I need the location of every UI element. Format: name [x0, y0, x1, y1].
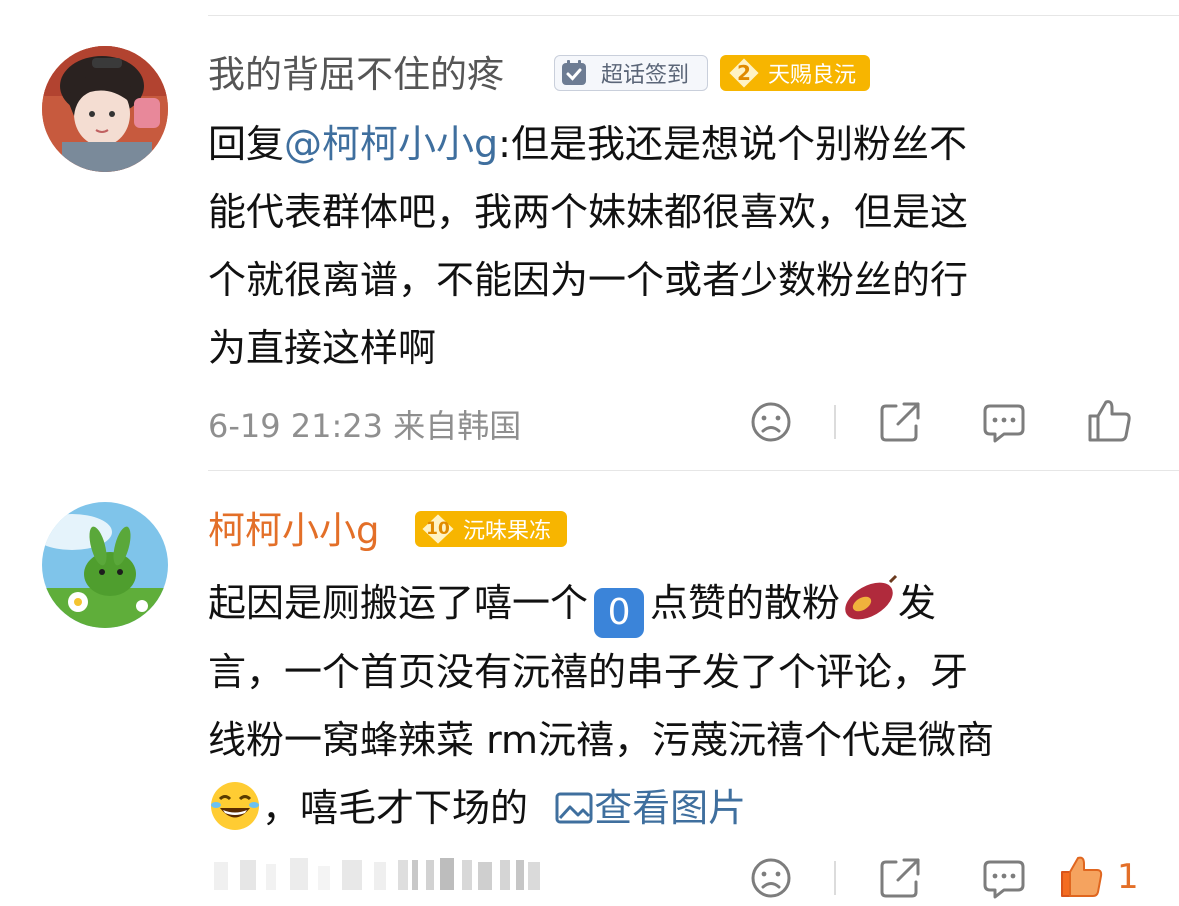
comment-line-text: 起因是厕搬运了嘻一个 [208, 581, 589, 625]
comment-meta: 6-19 21:23 来自韩国 [208, 407, 522, 445]
comment-line: 为直接这样啊 [208, 326, 437, 370]
fan-group-label: 天赐良沅 [768, 63, 857, 88]
username[interactable]: 我的背屈不住的疼 [208, 52, 504, 98]
thumbs-up-icon[interactable] [1058, 852, 1106, 900]
fan-level-badge[interactable]: 2 天赐良沅 [720, 55, 870, 91]
comment-divider [208, 470, 1179, 471]
action-divider [834, 405, 836, 439]
frown-icon[interactable] [747, 854, 795, 902]
like-count: 1 [1117, 857, 1139, 897]
comment-line: 能代表群体吧，我两个妹妹都很喜欢，但是这 [208, 190, 969, 234]
comment-icon[interactable] [980, 398, 1028, 446]
sweet-potato-emoji [840, 574, 898, 624]
comment-line-text: :但是我还是想说个别粉丝不 [498, 122, 967, 166]
comment-line-text: 点赞的散粉 [650, 581, 841, 625]
mention-link[interactable]: @柯柯小小g [284, 122, 498, 166]
comment-text: 回复@柯柯小小g:但是我还是想说个别粉丝不 能代表群体吧，我两个妹妹都很喜欢，但… [208, 110, 1133, 382]
reply-prefix: 回复 [208, 122, 285, 166]
comment-line: 回复@柯柯小小g:但是我还是想说个别粉丝不 [208, 110, 1133, 178]
comment-line-text: ，嘻毛才下场的 [262, 786, 529, 830]
share-icon[interactable] [876, 854, 924, 902]
supertopic-checkin-label: 超话签到 [601, 63, 690, 88]
fan-level-badge[interactable]: 10 沅味果冻 [415, 511, 567, 547]
checkin-icon [559, 58, 589, 88]
fan-group-label: 沅味果冻 [463, 519, 552, 544]
avatar[interactable] [42, 46, 168, 172]
top-divider [208, 15, 1179, 16]
comment-icon[interactable] [980, 854, 1028, 902]
keycap-zero-emoji: 0 [594, 588, 645, 638]
supertopic-checkin-badge[interactable]: 超话签到 [554, 55, 708, 91]
frown-icon[interactable] [747, 398, 795, 446]
comment-line: 个就很离谱，不能因为一个或者少数粉丝的行 [208, 258, 969, 302]
image-icon [554, 778, 594, 824]
comment-line-text: 发 [898, 581, 937, 625]
comment-line: ，嘻毛才下场的 查看图片 [208, 774, 1133, 842]
comment-text: 起因是厕搬运了嘻一个 0 点赞的散粉 发 言，一个首页没有沅禧的串子发了个评论，牙 … [208, 569, 1133, 842]
level-diamond-icon: 10 [419, 511, 457, 547]
comment-line: 言，一个首页没有沅禧的串子发了个评论，牙 [208, 650, 969, 694]
obscured-meta [214, 858, 544, 894]
action-divider [834, 861, 836, 895]
username[interactable]: 柯柯小小g [208, 508, 380, 554]
laughing-emoji [208, 779, 262, 833]
comment-line: 起因是厕搬运了嘻一个 0 点赞的散粉 发 [208, 569, 1133, 638]
avatar[interactable] [42, 502, 168, 628]
comment-line: 线粉一窝蜂辣菜 rm沅禧，污蔑沅禧个代是微商 [208, 718, 995, 762]
level-diamond-icon: 2 [726, 55, 762, 91]
share-icon[interactable] [876, 398, 924, 446]
thumbs-up-icon[interactable] [1086, 396, 1134, 444]
view-image-link[interactable]: 查看图片 [554, 786, 746, 830]
